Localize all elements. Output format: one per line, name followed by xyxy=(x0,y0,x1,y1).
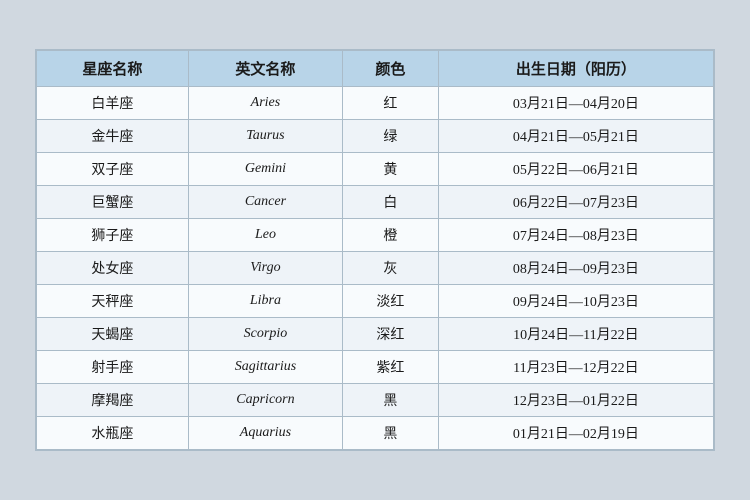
cell-chinese-name: 狮子座 xyxy=(37,219,189,252)
cell-english-name: Gemini xyxy=(188,153,342,186)
cell-chinese-name: 天蝎座 xyxy=(37,318,189,351)
cell-english-name: Aries xyxy=(188,87,342,120)
cell-dates: 12月23日—01月22日 xyxy=(438,384,713,417)
table-row: 处女座Virgo灰08月24日—09月23日 xyxy=(37,252,714,285)
cell-chinese-name: 天秤座 xyxy=(37,285,189,318)
cell-english-name: Virgo xyxy=(188,252,342,285)
header-chinese-name: 星座名称 xyxy=(37,51,189,87)
table-header-row: 星座名称 英文名称 颜色 出生日期（阳历） xyxy=(37,51,714,87)
cell-english-name: Aquarius xyxy=(188,417,342,450)
cell-chinese-name: 巨蟹座 xyxy=(37,186,189,219)
cell-english-name: Capricorn xyxy=(188,384,342,417)
cell-color: 橙 xyxy=(343,219,439,252)
cell-color: 黑 xyxy=(343,417,439,450)
cell-dates: 08月24日—09月23日 xyxy=(438,252,713,285)
cell-color: 白 xyxy=(343,186,439,219)
cell-dates: 01月21日—02月19日 xyxy=(438,417,713,450)
cell-dates: 05月22日—06月21日 xyxy=(438,153,713,186)
cell-english-name: Sagittarius xyxy=(188,351,342,384)
cell-chinese-name: 射手座 xyxy=(37,351,189,384)
table-row: 金牛座Taurus绿04月21日—05月21日 xyxy=(37,120,714,153)
cell-color: 紫红 xyxy=(343,351,439,384)
cell-color: 黄 xyxy=(343,153,439,186)
table-row: 摩羯座Capricorn黑12月23日—01月22日 xyxy=(37,384,714,417)
cell-english-name: Scorpio xyxy=(188,318,342,351)
cell-chinese-name: 处女座 xyxy=(37,252,189,285)
cell-color: 绿 xyxy=(343,120,439,153)
cell-chinese-name: 双子座 xyxy=(37,153,189,186)
header-dates: 出生日期（阳历） xyxy=(438,51,713,87)
table-row: 狮子座Leo橙07月24日—08月23日 xyxy=(37,219,714,252)
header-color: 颜色 xyxy=(343,51,439,87)
cell-dates: 04月21日—05月21日 xyxy=(438,120,713,153)
cell-dates: 03月21日—04月20日 xyxy=(438,87,713,120)
cell-color: 黑 xyxy=(343,384,439,417)
cell-dates: 10月24日—11月22日 xyxy=(438,318,713,351)
table-body: 白羊座Aries红03月21日—04月20日金牛座Taurus绿04月21日—0… xyxy=(37,87,714,450)
cell-dates: 07月24日—08月23日 xyxy=(438,219,713,252)
cell-color: 深红 xyxy=(343,318,439,351)
cell-english-name: Leo xyxy=(188,219,342,252)
cell-english-name: Libra xyxy=(188,285,342,318)
zodiac-table: 星座名称 英文名称 颜色 出生日期（阳历） 白羊座Aries红03月21日—04… xyxy=(36,50,714,450)
table-row: 天蝎座Scorpio深红10月24日—11月22日 xyxy=(37,318,714,351)
zodiac-table-container: 星座名称 英文名称 颜色 出生日期（阳历） 白羊座Aries红03月21日—04… xyxy=(35,49,715,451)
cell-chinese-name: 金牛座 xyxy=(37,120,189,153)
cell-color: 灰 xyxy=(343,252,439,285)
cell-english-name: Taurus xyxy=(188,120,342,153)
header-english-name: 英文名称 xyxy=(188,51,342,87)
cell-dates: 06月22日—07月23日 xyxy=(438,186,713,219)
cell-english-name: Cancer xyxy=(188,186,342,219)
table-row: 射手座Sagittarius紫红11月23日—12月22日 xyxy=(37,351,714,384)
cell-color: 淡红 xyxy=(343,285,439,318)
cell-chinese-name: 摩羯座 xyxy=(37,384,189,417)
cell-chinese-name: 水瓶座 xyxy=(37,417,189,450)
cell-color: 红 xyxy=(343,87,439,120)
cell-dates: 11月23日—12月22日 xyxy=(438,351,713,384)
table-row: 水瓶座Aquarius黑01月21日—02月19日 xyxy=(37,417,714,450)
table-row: 白羊座Aries红03月21日—04月20日 xyxy=(37,87,714,120)
table-row: 天秤座Libra淡红09月24日—10月23日 xyxy=(37,285,714,318)
cell-chinese-name: 白羊座 xyxy=(37,87,189,120)
table-row: 巨蟹座Cancer白06月22日—07月23日 xyxy=(37,186,714,219)
table-row: 双子座Gemini黄05月22日—06月21日 xyxy=(37,153,714,186)
cell-dates: 09月24日—10月23日 xyxy=(438,285,713,318)
